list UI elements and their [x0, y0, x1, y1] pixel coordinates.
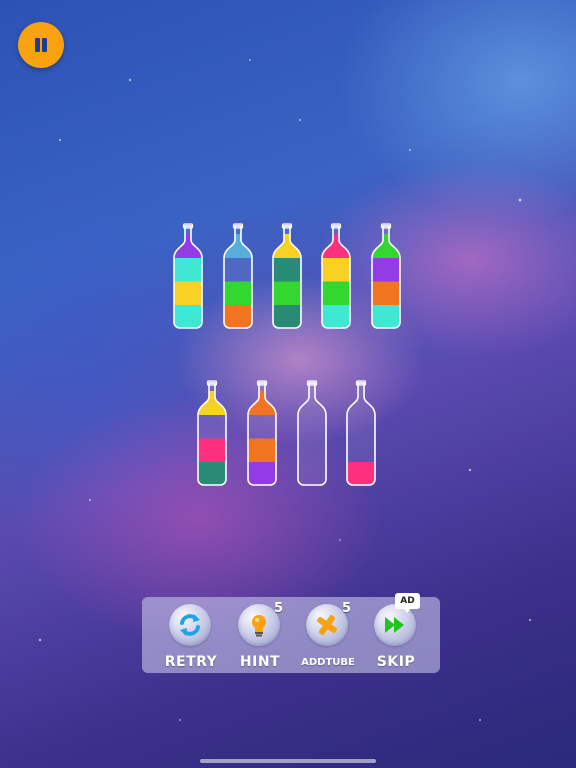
hint-count: 5	[274, 601, 284, 616]
bottle-lip	[182, 223, 194, 229]
bottle-8[interactable]	[296, 380, 328, 487]
bottle-3[interactable]	[271, 223, 303, 330]
bottle-outline	[173, 225, 203, 329]
bottle-outline	[321, 225, 351, 329]
addtube-button[interactable]: 5 ADDTUBE	[296, 601, 360, 670]
retry-button[interactable]: RETRY	[159, 604, 223, 670]
home-indicator	[200, 759, 376, 763]
bottle-lip	[306, 380, 318, 386]
bottle-outline	[297, 382, 327, 486]
refresh-icon	[180, 614, 200, 636]
bottle-1[interactable]	[172, 223, 204, 330]
retry-label: RETRY	[164, 654, 218, 670]
bottle-4[interactable]	[320, 223, 352, 330]
bottle-6[interactable]	[196, 380, 228, 487]
bottle-outline	[371, 225, 401, 329]
bottle-outline	[346, 382, 376, 486]
addtube-count: 5	[342, 601, 352, 616]
bottle-5[interactable]	[370, 223, 402, 330]
skip-label: SKIP	[376, 654, 416, 670]
addtube-label: ADDTUBE	[301, 657, 355, 668]
bottle-outline	[223, 225, 253, 329]
hint-button[interactable]: 5 HINT	[228, 601, 292, 670]
bottle-9[interactable]	[345, 380, 377, 487]
bottle-outline	[272, 225, 302, 329]
bottle-lip	[355, 380, 367, 386]
bottle-lip	[330, 223, 342, 229]
bottle-2[interactable]	[222, 223, 254, 330]
fast-forward-icon	[385, 617, 404, 633]
bottle-lip	[380, 223, 392, 229]
ad-badge: AD	[395, 593, 420, 613]
bottle-outline	[247, 382, 277, 486]
hint-label: HINT	[239, 654, 281, 670]
skip-button[interactable]: SKIP	[364, 604, 428, 670]
bottle-lip	[281, 223, 293, 229]
bottle-outline	[197, 382, 227, 486]
bottle-7[interactable]	[246, 380, 278, 487]
bottle-lip	[232, 223, 244, 229]
bottle-lip	[206, 380, 218, 386]
bottle-lip	[256, 380, 268, 386]
plus-icon	[317, 615, 337, 635]
lightbulb-icon	[252, 615, 266, 637]
